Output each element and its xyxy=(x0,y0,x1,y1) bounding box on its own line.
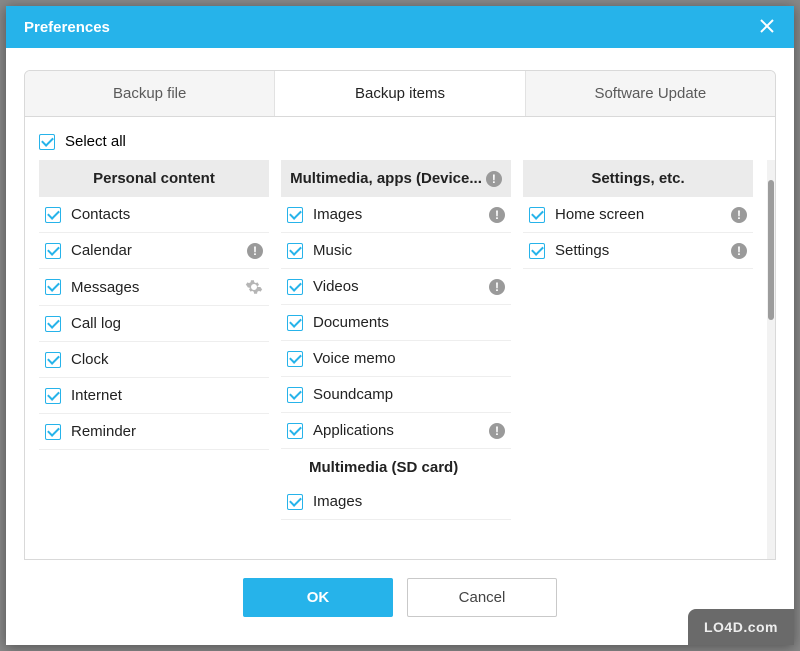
checkbox-videos[interactable] xyxy=(287,279,303,295)
item-voice-memo[interactable]: Voice memo xyxy=(281,341,511,377)
checkbox-applications[interactable] xyxy=(287,423,303,439)
label-voice-memo: Voice memo xyxy=(313,350,505,367)
checkbox-music[interactable] xyxy=(287,243,303,259)
column-settings-header: Settings, etc. xyxy=(523,160,753,197)
item-messages[interactable]: Messages xyxy=(39,269,269,306)
checkbox-settings[interactable] xyxy=(529,243,545,259)
column-multimedia-header: Multimedia, apps (Device... ! xyxy=(281,160,511,197)
footer: OK Cancel xyxy=(24,560,776,635)
info-icon[interactable]: ! xyxy=(489,207,505,223)
checkbox-documents[interactable] xyxy=(287,315,303,331)
columns-wrap: Personal content Contacts Calendar ! xyxy=(25,160,775,559)
item-calendar[interactable]: Calendar ! xyxy=(39,233,269,269)
info-icon[interactable]: ! xyxy=(731,207,747,223)
item-clock[interactable]: Clock xyxy=(39,342,269,378)
gear-icon[interactable] xyxy=(245,278,263,296)
checkbox-contacts[interactable] xyxy=(45,207,61,223)
column-personal-header-text: Personal content xyxy=(93,170,215,187)
info-icon[interactable]: ! xyxy=(247,243,263,259)
label-home-screen: Home screen xyxy=(555,206,721,223)
label-videos: Videos xyxy=(313,278,479,295)
item-sd-images[interactable]: Images xyxy=(281,484,511,520)
cancel-button[interactable]: Cancel xyxy=(407,578,557,617)
label-call-log: Call log xyxy=(71,315,263,332)
checkbox-sd-images[interactable] xyxy=(287,494,303,510)
close-button[interactable] xyxy=(754,14,780,40)
item-documents[interactable]: Documents xyxy=(281,305,511,341)
checkbox-internet[interactable] xyxy=(45,388,61,404)
label-soundcamp: Soundcamp xyxy=(313,386,505,403)
scrollbar-thumb[interactable] xyxy=(768,180,774,320)
label-contacts: Contacts xyxy=(71,206,263,223)
checkbox-voice-memo[interactable] xyxy=(287,351,303,367)
label-reminder: Reminder xyxy=(71,423,263,440)
label-calendar: Calendar xyxy=(71,242,237,259)
window-title: Preferences xyxy=(24,19,754,36)
item-reminder[interactable]: Reminder xyxy=(39,414,269,450)
column-personal: Personal content Contacts Calendar ! xyxy=(33,160,275,551)
item-contacts[interactable]: Contacts xyxy=(39,197,269,233)
tabs: Backup file Backup items Software Update xyxy=(24,70,776,117)
item-settings[interactable]: Settings ! xyxy=(523,233,753,269)
content-area: Backup file Backup items Software Update… xyxy=(6,48,794,645)
tab-backup-items[interactable]: Backup items xyxy=(275,71,525,116)
checkbox-reminder[interactable] xyxy=(45,424,61,440)
info-icon[interactable]: ! xyxy=(489,279,505,295)
item-call-log[interactable]: Call log xyxy=(39,306,269,342)
columns: Personal content Contacts Calendar ! xyxy=(25,160,767,559)
titlebar: Preferences xyxy=(6,6,794,48)
ok-button[interactable]: OK xyxy=(243,578,393,617)
info-icon[interactable]: ! xyxy=(489,423,505,439)
column-personal-header: Personal content xyxy=(39,160,269,197)
select-all-label: Select all xyxy=(65,133,126,150)
item-soundcamp[interactable]: Soundcamp xyxy=(281,377,511,413)
label-clock: Clock xyxy=(71,351,263,368)
item-applications[interactable]: Applications ! xyxy=(281,413,511,449)
preferences-window: Preferences Backup file Backup items Sof… xyxy=(6,6,794,645)
label-documents: Documents xyxy=(313,314,505,331)
label-messages: Messages xyxy=(71,279,235,296)
tab-software-update[interactable]: Software Update xyxy=(526,71,775,116)
item-images[interactable]: Images ! xyxy=(281,197,511,233)
select-all-row: Select all xyxy=(25,127,775,160)
close-icon xyxy=(760,19,774,36)
checkbox-clock[interactable] xyxy=(45,352,61,368)
select-all-checkbox[interactable] xyxy=(39,134,55,150)
label-sd-images: Images xyxy=(313,493,505,510)
item-internet[interactable]: Internet xyxy=(39,378,269,414)
scrollbar[interactable] xyxy=(767,160,775,559)
checkbox-images[interactable] xyxy=(287,207,303,223)
label-settings: Settings xyxy=(555,242,721,259)
watermark: LO4D.com xyxy=(688,609,794,645)
label-applications: Applications xyxy=(313,422,479,439)
checkbox-calendar[interactable] xyxy=(45,243,61,259)
sub-header-sd-card: Multimedia (SD card) xyxy=(281,449,511,484)
column-multimedia: Multimedia, apps (Device... ! Images ! M… xyxy=(275,160,517,551)
label-images: Images xyxy=(313,206,479,223)
info-icon[interactable]: ! xyxy=(731,243,747,259)
info-icon[interactable]: ! xyxy=(486,171,502,187)
column-multimedia-header-text: Multimedia, apps (Device... xyxy=(290,170,482,187)
checkbox-soundcamp[interactable] xyxy=(287,387,303,403)
label-internet: Internet xyxy=(71,387,263,404)
tab-backup-file[interactable]: Backup file xyxy=(25,71,275,116)
item-home-screen[interactable]: Home screen ! xyxy=(523,197,753,233)
item-videos[interactable]: Videos ! xyxy=(281,269,511,305)
column-settings-header-text: Settings, etc. xyxy=(591,170,684,187)
tab-panel: Select all Personal content Contacts xyxy=(24,117,776,560)
checkbox-messages[interactable] xyxy=(45,279,61,295)
column-settings: Settings, etc. Home screen ! Settings ! xyxy=(517,160,759,551)
checkbox-call-log[interactable] xyxy=(45,316,61,332)
label-music: Music xyxy=(313,242,505,259)
item-music[interactable]: Music xyxy=(281,233,511,269)
checkbox-home-screen[interactable] xyxy=(529,207,545,223)
